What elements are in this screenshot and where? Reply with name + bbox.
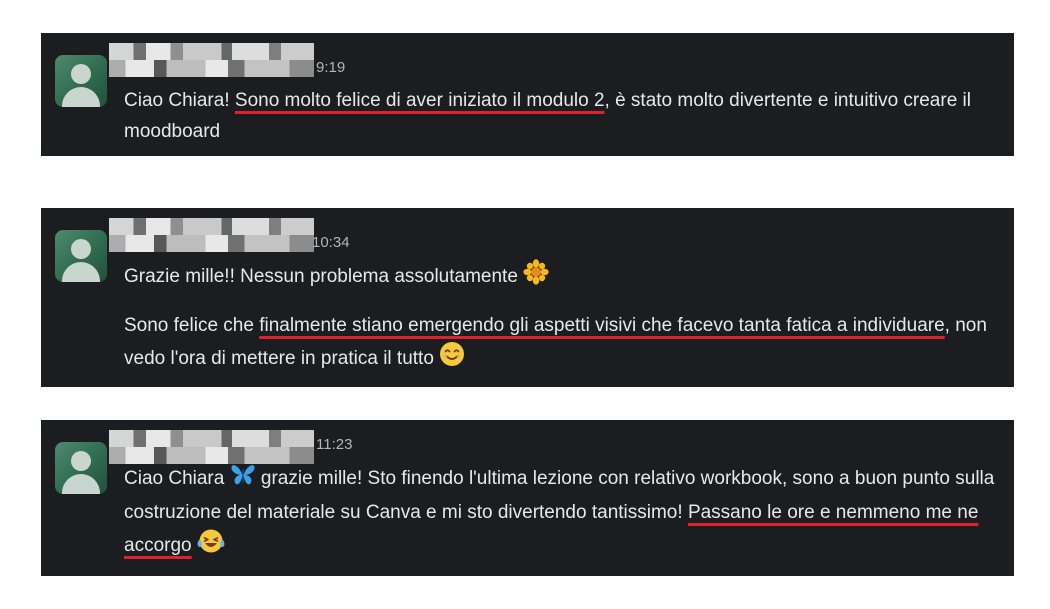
- chat-message[interactable]: 9:19 Ciao Chiara! Sono molto felice di a…: [41, 33, 1014, 156]
- sender-name-redacted: [109, 218, 314, 252]
- avatar[interactable]: [55, 442, 107, 494]
- message-text: Grazie mille!! Nessun problema assolutam…: [124, 259, 1000, 295]
- sender-name-redacted: [109, 43, 314, 77]
- message-text-part: Sono felice che: [124, 315, 260, 336]
- smiling-face-emoji: [439, 341, 465, 377]
- sender-name-redacted: [109, 430, 314, 464]
- message-text: Ciao Chiara! Sono molto felice di aver i…: [124, 85, 1000, 147]
- message-text-part: Grazie mille!! Nessun problema assolutam…: [124, 266, 518, 287]
- message-timestamp[interactable]: 11:23: [316, 436, 352, 453]
- message-text: Sono felice che finalmente stiano emerge…: [124, 310, 1000, 377]
- tears-of-joy-emoji: [197, 528, 225, 564]
- chat-message[interactable]: 11:23 Ciao Chiara grazie mille! Sto fine…: [41, 420, 1014, 576]
- butterfly-emoji: [230, 463, 256, 497]
- flower-emoji: [523, 259, 549, 295]
- highlighted-text: finalmente stiano emergendo gli aspetti …: [259, 315, 945, 336]
- avatar[interactable]: [55, 55, 107, 107]
- message-timestamp[interactable]: 10:34: [312, 234, 350, 251]
- message-text: Ciao Chiara grazie mille! Sto finendo l'…: [124, 463, 1000, 564]
- chat-message[interactable]: 10:34 Grazie mille!! Nessun problema ass…: [41, 208, 1014, 387]
- highlighted-text: Sono molto felice di aver iniziato il mo…: [234, 90, 605, 111]
- avatar[interactable]: [55, 230, 107, 282]
- message-text-part: Ciao Chiara!: [124, 90, 235, 111]
- message-text-part: Ciao Chiara: [124, 468, 225, 489]
- message-timestamp[interactable]: 9:19: [316, 59, 345, 76]
